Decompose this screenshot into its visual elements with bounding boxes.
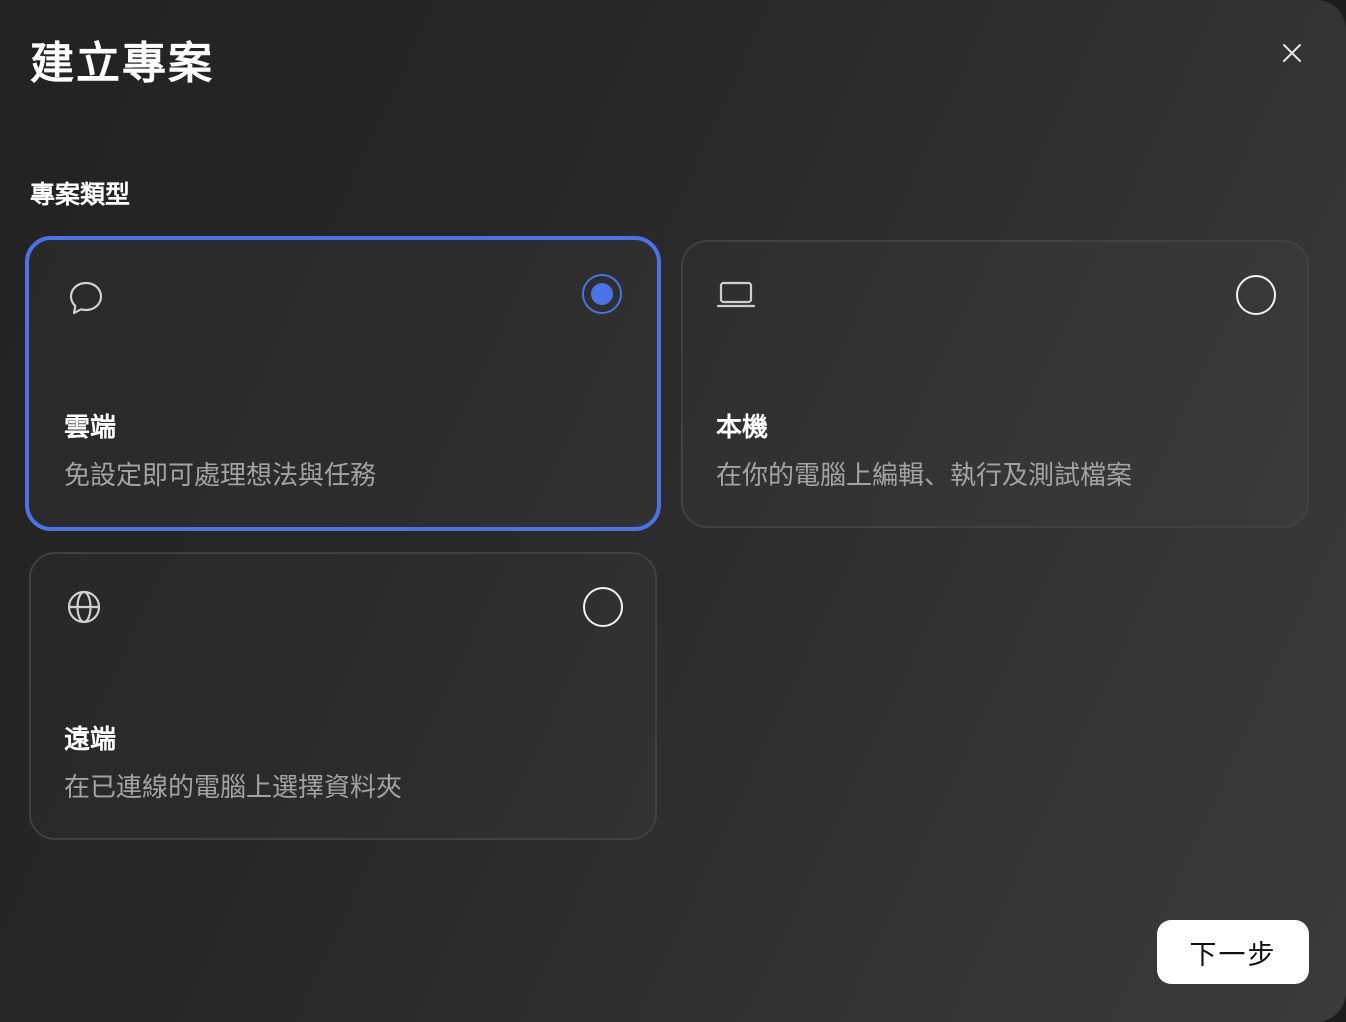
radio-remote[interactable] — [583, 587, 623, 627]
option-title-remote: 遠端 — [64, 725, 117, 755]
laptop-icon — [716, 275, 756, 315]
option-title-cloud: 雲端 — [64, 413, 117, 443]
project-type-label: 專案類型 — [30, 180, 131, 209]
option-desc-remote: 在已連線的電腦上選擇資料夾 — [64, 773, 403, 803]
close-button[interactable] — [1276, 37, 1308, 69]
option-card-remote[interactable]: 遠端 在已連線的電腦上選擇資料夾 — [29, 552, 657, 840]
globe-icon — [64, 587, 104, 627]
option-card-cloud[interactable]: 雲端 免設定即可處理想法與任務 — [25, 236, 661, 531]
chat-bubble-icon — [66, 278, 106, 318]
option-desc-local: 在你的電腦上編輯、執行及測試檔案 — [716, 461, 1133, 491]
close-icon — [1283, 44, 1301, 62]
next-button[interactable]: 下一步 — [1157, 920, 1309, 984]
create-project-dialog: 建立專案 專案類型 雲端 免設定即可處理想法與任務 本機 在你的電腦上編輯、執行… — [0, 0, 1346, 1022]
radio-cloud[interactable] — [582, 274, 622, 314]
dialog-title: 建立專案 — [30, 38, 214, 89]
option-desc-cloud: 免設定即可處理想法與任務 — [64, 461, 377, 491]
radio-local[interactable] — [1236, 275, 1276, 315]
option-title-local: 本機 — [716, 413, 769, 443]
option-card-local[interactable]: 本機 在你的電腦上編輯、執行及測試檔案 — [681, 240, 1309, 528]
